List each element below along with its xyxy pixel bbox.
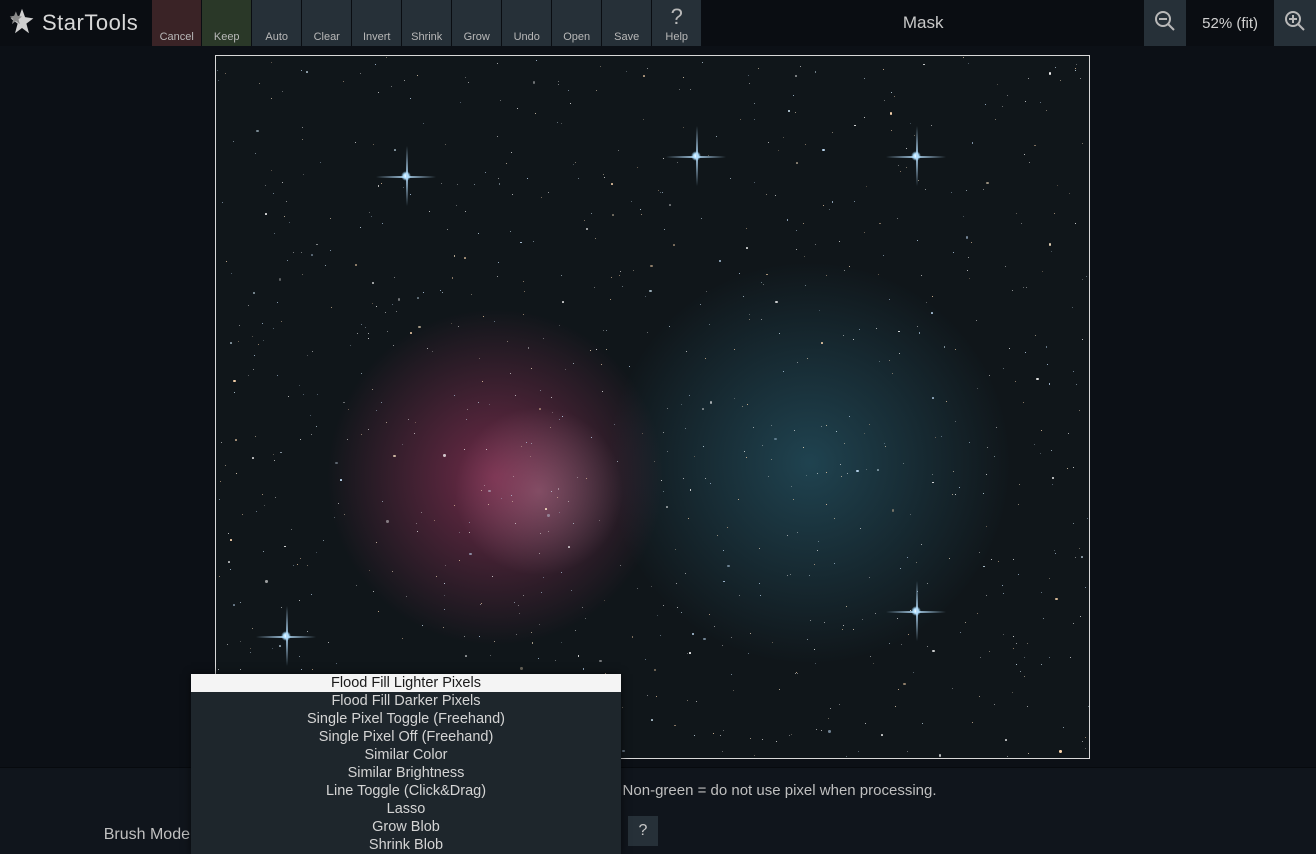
invert-button[interactable]: Invert xyxy=(352,0,401,46)
dropdown-item[interactable]: Lasso xyxy=(191,800,621,818)
bright-star xyxy=(696,156,698,158)
bright-star xyxy=(916,611,918,613)
shrink-button[interactable]: Shrink xyxy=(402,0,451,46)
help-button[interactable]: ?Help xyxy=(652,0,701,46)
bright-star xyxy=(406,176,408,178)
undo-button[interactable]: Undo xyxy=(502,0,551,46)
button-label: Cancel xyxy=(160,31,194,43)
button-label: Grow xyxy=(464,31,490,43)
zoom-out-button[interactable] xyxy=(1144,0,1186,46)
dropdown-item[interactable]: Single Pixel Toggle (Freehand) xyxy=(191,710,621,728)
zoom-controls: 52% (fit) xyxy=(1144,0,1316,46)
app-name: StarTools xyxy=(42,10,138,36)
button-label: Undo xyxy=(514,31,540,43)
button-label: Shrink xyxy=(411,31,442,43)
bright-star xyxy=(286,636,288,638)
clear-button[interactable]: Clear xyxy=(302,0,351,46)
dropdown-item[interactable]: Similar Brightness xyxy=(191,764,621,782)
dropdown-item[interactable]: Line Toggle (Click&Drag) xyxy=(191,782,621,800)
zoom-in-button[interactable] xyxy=(1274,0,1316,46)
cancel-button[interactable]: Cancel xyxy=(152,0,201,46)
button-label: Help xyxy=(665,31,688,43)
zoom-in-icon xyxy=(1283,9,1307,38)
bright-star xyxy=(916,156,918,158)
dropdown-item[interactable]: Single Pixel Off (Freehand) xyxy=(191,728,621,746)
button-label: Invert xyxy=(363,31,391,43)
top-toolbar: StarTools Cancel Keep Auto Clear Invert Shrin… xyxy=(0,0,1316,46)
help-icon: ? xyxy=(671,4,683,30)
dropdown-item[interactable]: Grow Blob xyxy=(191,818,621,836)
dropdown-item[interactable]: Flood Fill Darker Pixels xyxy=(191,692,621,710)
button-label: Clear xyxy=(314,31,340,43)
param-help-button[interactable]: ? xyxy=(628,816,658,846)
dropdown-item[interactable]: Similar Color xyxy=(191,746,621,764)
grow-button[interactable]: Grow xyxy=(452,0,501,46)
button-label: Keep xyxy=(214,31,240,43)
zoom-level[interactable]: 52% (fit) xyxy=(1186,0,1274,46)
button-label: Auto xyxy=(265,31,288,43)
keep-button[interactable]: Keep xyxy=(202,0,251,46)
dropdown-item[interactable]: Shrink Blob xyxy=(191,836,621,854)
open-button[interactable]: Open xyxy=(552,0,601,46)
dropdown-item[interactable]: Flood Fill Lighter Pixels xyxy=(191,674,621,692)
image-canvas[interactable] xyxy=(215,55,1090,759)
brush-mode-dropdown[interactable]: Flood Fill Lighter PixelsFlood Fill Dark… xyxy=(191,674,621,854)
starfield xyxy=(216,56,1089,758)
zoom-out-icon xyxy=(1153,9,1177,38)
star-icon xyxy=(8,7,36,40)
save-button[interactable]: Save xyxy=(602,0,651,46)
button-label: Save xyxy=(614,31,639,43)
page-title: Mask xyxy=(702,0,1144,46)
button-label: Open xyxy=(563,31,590,43)
toolbar-buttons: Cancel Keep Auto Clear Invert Shrink Grow Undo O… xyxy=(152,0,702,46)
app-logo: StarTools xyxy=(0,0,152,46)
auto-button[interactable]: Auto xyxy=(252,0,301,46)
param-label: Brush Mode xyxy=(0,826,190,844)
